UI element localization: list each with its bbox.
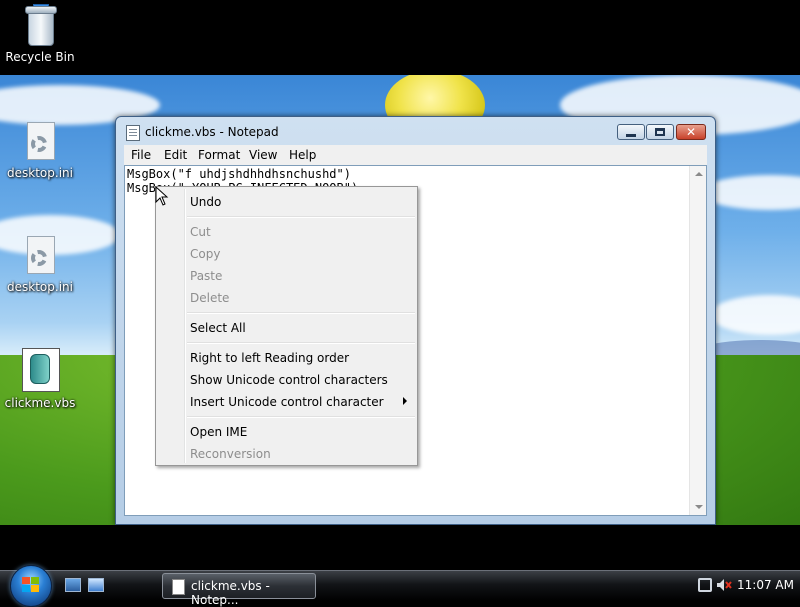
context-item-reconversion[interactable]: Reconversion <box>190 446 271 462</box>
desktop-icon-label: desktop.ini <box>7 280 73 294</box>
menu-bar: File Edit Format View Help <box>124 145 707 166</box>
context-item-paste[interactable]: Paste <box>190 268 222 284</box>
maximize-button[interactable] <box>646 124 674 140</box>
desktop-icon-clickme-vbs[interactable]: clickme.vbs <box>0 348 80 410</box>
close-icon: ✕ <box>685 125 697 139</box>
clock[interactable]: 11:07 AM <box>737 578 794 592</box>
show-desktop-icon[interactable] <box>65 578 81 592</box>
menu-file[interactable]: File <box>126 147 156 163</box>
switch-windows-icon[interactable] <box>88 578 104 592</box>
script-file-icon <box>20 348 60 392</box>
menu-separator <box>187 216 415 218</box>
menu-view[interactable]: View <box>244 147 282 163</box>
desktop-icon-recycle-bin[interactable]: Recycle Bin <box>0 4 80 64</box>
menu-help[interactable]: Help <box>284 147 321 163</box>
close-button[interactable]: ✕ <box>676 124 706 140</box>
notepad-icon <box>172 579 185 595</box>
settings-file-icon <box>23 236 57 276</box>
taskbar: clickme.vbs - Notep... 11:07 AM <box>0 565 800 607</box>
desktop-icon-desktop-ini-1[interactable]: desktop.ini <box>0 122 80 180</box>
taskbar-button-label: clickme.vbs - Notep... <box>191 579 270 607</box>
desktop-icon-label: Recycle Bin <box>5 50 75 64</box>
network-icon[interactable] <box>698 578 712 592</box>
context-item-cut[interactable]: Cut <box>190 224 211 240</box>
settings-file-icon <box>23 122 57 162</box>
title-bar[interactable]: clickme.vbs - Notepad ✕ <box>116 117 715 145</box>
context-item-open-ime[interactable]: Open IME <box>190 424 247 440</box>
recycle-bin-icon <box>23 4 57 46</box>
start-button[interactable] <box>10 565 52 607</box>
window-title: clickme.vbs - Notepad <box>145 125 279 139</box>
vertical-scrollbar[interactable] <box>689 166 706 515</box>
menu-format[interactable]: Format <box>193 147 245 163</box>
volume-muted-icon[interactable] <box>716 578 732 592</box>
context-menu: Undo Cut Copy Paste Delete Select All Ri… <box>155 186 418 466</box>
menu-separator <box>187 342 415 344</box>
scroll-down-icon[interactable] <box>695 505 703 509</box>
context-item-select-all[interactable]: Select All <box>190 320 246 336</box>
minimize-button[interactable] <box>617 124 645 140</box>
desktop-icon-label: desktop.ini <box>7 166 73 180</box>
context-item-label: Insert Unicode control character <box>190 395 384 409</box>
context-item-show-unicode[interactable]: Show Unicode control characters <box>190 372 388 388</box>
desktop-icon-desktop-ini-2[interactable]: desktop.ini <box>0 236 80 294</box>
editor-line: MsgBox("f uhdjshdhhdhsnchushd") <box>127 167 351 181</box>
context-item-rtl-reading-order[interactable]: Right to left Reading order <box>190 350 349 366</box>
context-item-copy[interactable]: Copy <box>190 246 220 262</box>
desktop-icon-label: clickme.vbs <box>4 396 76 410</box>
start-orb-icon <box>22 577 40 593</box>
context-item-insert-unicode[interactable]: Insert Unicode control character <box>190 394 410 410</box>
context-item-delete[interactable]: Delete <box>190 290 229 306</box>
notepad-icon <box>126 125 140 141</box>
scroll-up-icon[interactable] <box>695 172 703 176</box>
maximize-icon <box>655 128 665 136</box>
submenu-arrow-icon <box>403 397 407 405</box>
menu-separator <box>187 416 415 418</box>
menu-separator <box>187 312 415 314</box>
taskbar-button-notepad[interactable]: clickme.vbs - Notep... <box>162 573 316 607</box>
minimize-icon <box>626 133 636 137</box>
menu-edit[interactable]: Edit <box>159 147 192 163</box>
context-item-undo[interactable]: Undo <box>190 194 221 210</box>
